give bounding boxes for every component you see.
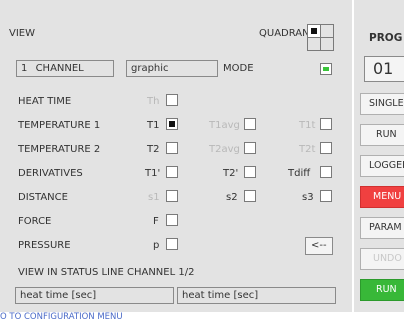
t2avg-label: T2avg xyxy=(209,144,240,155)
channel-label: CHANNEL xyxy=(35,63,84,74)
quadrant-bottom-left[interactable] xyxy=(307,37,321,51)
t2-prime-label: T2' xyxy=(223,168,239,179)
t1t-checkbox[interactable] xyxy=(320,118,332,130)
s2-checkbox[interactable] xyxy=(244,190,256,202)
status-line-label: VIEW IN STATUS LINE CHANNEL 1/2 xyxy=(18,267,195,278)
s2-label: s2 xyxy=(226,192,238,203)
run-button[interactable]: RUN xyxy=(360,124,404,146)
row-label-temperature-2: TEMPERATURE 2 xyxy=(18,144,101,155)
f-checkbox[interactable] xyxy=(166,214,178,226)
t2-prime-checkbox[interactable] xyxy=(244,166,256,178)
quadrant-top-right[interactable] xyxy=(320,24,334,38)
logger-button[interactable]: LOGGER xyxy=(360,155,404,177)
t2avg-checkbox[interactable] xyxy=(244,142,256,154)
th-checkbox[interactable] xyxy=(166,94,178,106)
undo-button[interactable]: UNDO xyxy=(360,248,404,270)
footer-link[interactable]: O TO CONFIGURATION MENU xyxy=(0,312,404,323)
p-label: p xyxy=(153,240,160,251)
row-label-heat-time: HEAT TIME xyxy=(18,96,72,107)
mode-field[interactable]: graphic xyxy=(126,60,218,77)
t1t-label: T1t xyxy=(299,120,316,131)
t2t-label: T2t xyxy=(299,144,316,155)
t2-label: T2 xyxy=(147,144,160,155)
quadrant-top-left[interactable] xyxy=(307,24,321,38)
view-title: VIEW xyxy=(9,28,35,39)
row-label-force: FORCE xyxy=(18,216,52,227)
tdiff-checkbox[interactable] xyxy=(320,166,332,178)
channel-selector[interactable]: 1 CHANNEL xyxy=(16,60,114,77)
prog-value[interactable]: 01 xyxy=(364,56,404,82)
view-panel xyxy=(0,0,352,312)
quadrant-selector[interactable] xyxy=(307,24,335,52)
t1-prime-label: T1' xyxy=(145,168,161,179)
t1-label: T1 xyxy=(147,120,160,131)
t1-prime-checkbox[interactable] xyxy=(166,166,178,178)
menu-button[interactable]: MENU xyxy=(360,186,404,208)
t2-checkbox[interactable] xyxy=(166,142,178,154)
t1avg-checkbox[interactable] xyxy=(244,118,256,130)
f-label: F xyxy=(153,216,159,227)
t1avg-label: T1avg xyxy=(209,120,240,131)
mode-indicator[interactable] xyxy=(320,63,332,75)
single-button[interactable]: SINGLE xyxy=(360,93,404,115)
mode-label: MODE xyxy=(223,63,254,74)
channel-number: 1 xyxy=(21,63,28,74)
row-label-pressure: PRESSURE xyxy=(18,240,71,251)
param-button[interactable]: PARAM xyxy=(360,217,404,239)
t2t-checkbox[interactable] xyxy=(320,142,332,154)
quadrant-bottom-right[interactable] xyxy=(320,37,334,51)
run-green-button[interactable]: RUN xyxy=(360,279,404,301)
back-button[interactable]: <-- xyxy=(305,237,333,255)
row-label-temperature-1: TEMPERATURE 1 xyxy=(18,120,101,131)
tdiff-label: Tdiff xyxy=(288,168,311,179)
row-label-distance: DISTANCE xyxy=(18,192,68,203)
s1-label: s1 xyxy=(148,192,160,203)
p-checkbox[interactable] xyxy=(166,238,178,250)
s3-label: s3 xyxy=(302,192,314,203)
prog-label: PROG xyxy=(369,32,403,44)
status-line-channel-2[interactable]: heat time [sec] xyxy=(177,287,336,304)
status-line-channel-1[interactable]: heat time [sec] xyxy=(15,287,174,304)
s1-checkbox[interactable] xyxy=(166,190,178,202)
th-label: Th xyxy=(147,96,160,107)
s3-checkbox[interactable] xyxy=(320,190,332,202)
row-label-derivatives: DERIVATIVES xyxy=(18,168,83,179)
t1-checkbox[interactable] xyxy=(166,118,178,130)
